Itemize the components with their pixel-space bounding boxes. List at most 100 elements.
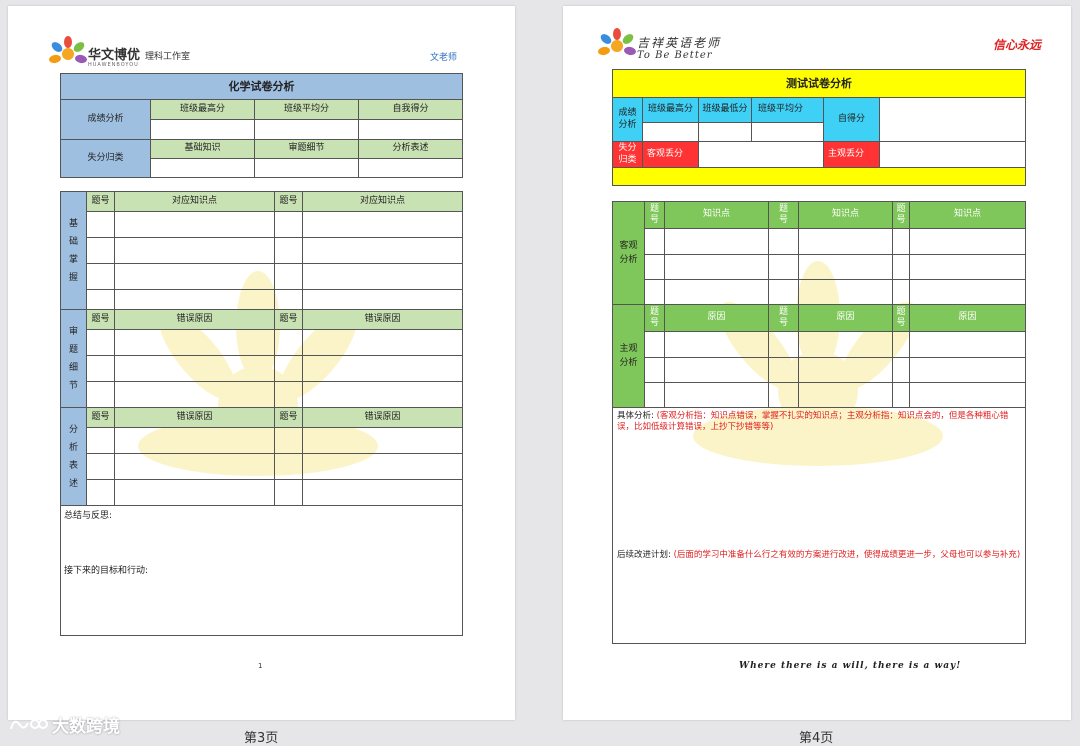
cell[interactable] bbox=[798, 228, 893, 255]
cell[interactable] bbox=[664, 331, 769, 358]
input-cell[interactable] bbox=[642, 122, 699, 142]
cell[interactable] bbox=[274, 289, 303, 310]
cell[interactable] bbox=[768, 382, 799, 408]
cell[interactable] bbox=[768, 357, 799, 383]
cell[interactable] bbox=[86, 453, 115, 480]
cell[interactable] bbox=[86, 355, 115, 382]
cell[interactable] bbox=[302, 237, 463, 264]
cell[interactable] bbox=[644, 357, 665, 383]
brand-watermark-icon bbox=[10, 718, 48, 729]
input-cell[interactable] bbox=[878, 141, 1027, 168]
cell[interactable] bbox=[114, 263, 275, 290]
cell[interactable] bbox=[909, 331, 1026, 358]
cell[interactable] bbox=[302, 263, 463, 290]
cell[interactable] bbox=[892, 279, 910, 305]
cell[interactable] bbox=[86, 289, 115, 310]
cell[interactable] bbox=[86, 263, 115, 290]
cell[interactable] bbox=[644, 228, 665, 255]
cell[interactable] bbox=[274, 427, 303, 454]
input-cell[interactable] bbox=[358, 158, 463, 178]
cell[interactable] bbox=[302, 453, 463, 480]
analysis-notes-box[interactable]: 具体分析: (客观分析指：知识点错误，掌握不扎实的知识点；主观分析指：知识点会的… bbox=[612, 407, 1026, 644]
cell[interactable] bbox=[274, 237, 303, 264]
cell[interactable] bbox=[114, 479, 275, 506]
cell[interactable] bbox=[909, 382, 1026, 408]
input-cell[interactable] bbox=[150, 158, 255, 178]
col-reading: 审题细节 bbox=[254, 139, 359, 159]
cell[interactable] bbox=[86, 329, 115, 356]
cell[interactable] bbox=[114, 381, 275, 408]
cell[interactable] bbox=[114, 355, 275, 382]
cell[interactable] bbox=[86, 479, 115, 506]
cell[interactable] bbox=[798, 279, 893, 305]
cell[interactable] bbox=[274, 453, 303, 480]
cell[interactable] bbox=[909, 357, 1026, 383]
cell[interactable] bbox=[302, 381, 463, 408]
cell[interactable] bbox=[274, 479, 303, 506]
cell[interactable] bbox=[274, 381, 303, 408]
brand-name: 华文博优 bbox=[88, 48, 141, 63]
cell[interactable] bbox=[664, 279, 769, 305]
cell[interactable] bbox=[664, 254, 769, 280]
input-cell[interactable] bbox=[254, 158, 359, 178]
input-cell[interactable] bbox=[698, 122, 752, 142]
cell[interactable] bbox=[274, 355, 303, 382]
input-cell[interactable] bbox=[150, 119, 255, 140]
cell[interactable] bbox=[86, 237, 115, 264]
cell[interactable] bbox=[644, 254, 665, 280]
cell[interactable] bbox=[302, 329, 463, 356]
input-cell[interactable] bbox=[358, 119, 463, 140]
cell[interactable] bbox=[892, 382, 910, 408]
cell[interactable] bbox=[274, 329, 303, 356]
cell[interactable] bbox=[274, 263, 303, 290]
cell[interactable] bbox=[644, 331, 665, 358]
cell[interactable] bbox=[892, 228, 910, 255]
cell[interactable] bbox=[114, 329, 275, 356]
cell[interactable] bbox=[86, 427, 115, 454]
input-cell[interactable] bbox=[254, 119, 359, 140]
cell[interactable] bbox=[86, 381, 115, 408]
detail-label: 具体分析: bbox=[617, 411, 654, 421]
col-header: 错误原因 bbox=[302, 407, 463, 428]
cell[interactable] bbox=[86, 211, 115, 238]
cell[interactable] bbox=[114, 427, 275, 454]
cell[interactable] bbox=[302, 427, 463, 454]
input-cell[interactable] bbox=[751, 122, 824, 142]
col-header: 题号 bbox=[274, 407, 303, 428]
input-cell[interactable] bbox=[698, 141, 824, 168]
cell[interactable] bbox=[768, 331, 799, 358]
summary-box[interactable]: 总结与反思: 接下来的目标和行动: bbox=[60, 505, 463, 636]
cell[interactable] bbox=[302, 355, 463, 382]
cell[interactable] bbox=[892, 331, 910, 358]
cell[interactable] bbox=[798, 357, 893, 383]
cell[interactable] bbox=[302, 289, 463, 310]
cell[interactable] bbox=[644, 382, 665, 408]
cell[interactable] bbox=[664, 382, 769, 408]
cell[interactable] bbox=[664, 357, 769, 383]
plan-text: (后面的学习中准备什么行之有效的方案进行改进，使得成绩更进一步，父母也可以参与补… bbox=[673, 550, 1021, 561]
cell[interactable] bbox=[909, 279, 1026, 305]
cell[interactable] bbox=[768, 279, 799, 305]
input-cell[interactable] bbox=[878, 97, 1027, 142]
cell[interactable] bbox=[644, 279, 665, 305]
cell[interactable] bbox=[892, 254, 910, 280]
cell[interactable] bbox=[798, 382, 893, 408]
cell[interactable] bbox=[114, 289, 275, 310]
loss-label: 失分归类 bbox=[60, 139, 151, 178]
cell[interactable] bbox=[909, 254, 1026, 280]
cell[interactable] bbox=[909, 228, 1026, 255]
cell[interactable] bbox=[664, 228, 769, 255]
cell[interactable] bbox=[114, 237, 275, 264]
cell[interactable] bbox=[114, 211, 275, 238]
objective-loss-label: 客观丢分 bbox=[642, 141, 699, 168]
cell[interactable] bbox=[302, 479, 463, 506]
cell[interactable] bbox=[798, 254, 893, 280]
cell[interactable] bbox=[798, 331, 893, 358]
cell[interactable] bbox=[114, 453, 275, 480]
cell[interactable] bbox=[302, 211, 463, 238]
col-header: 原因 bbox=[798, 304, 893, 332]
cell[interactable] bbox=[274, 211, 303, 238]
cell[interactable] bbox=[892, 357, 910, 383]
cell[interactable] bbox=[768, 228, 799, 255]
cell[interactable] bbox=[768, 254, 799, 280]
